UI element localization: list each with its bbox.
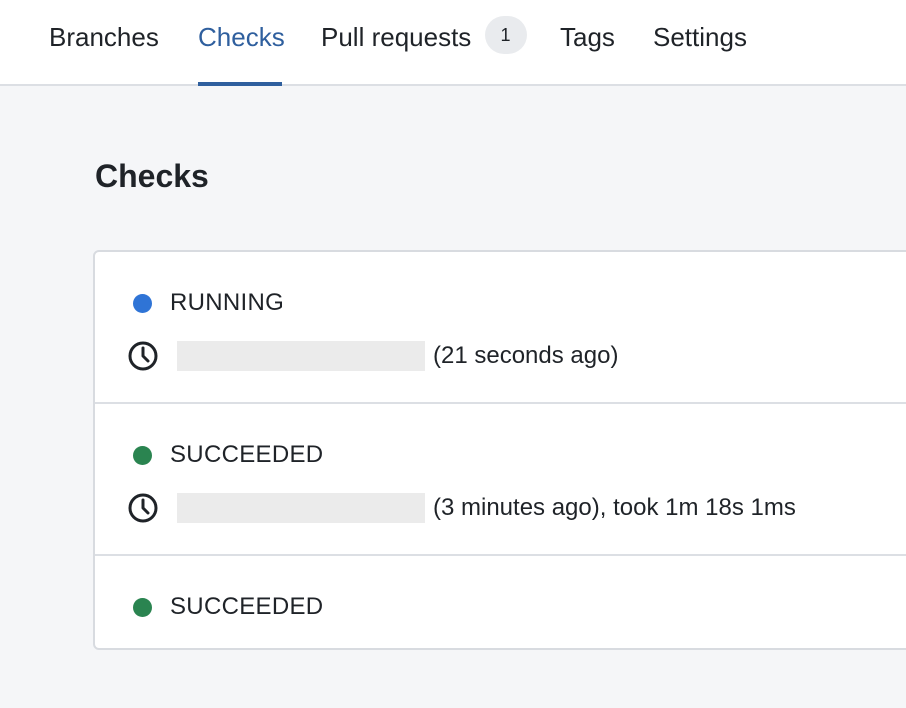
tab-tags[interactable]: Tags [560, 0, 615, 86]
status-dot-icon [133, 597, 152, 617]
clock-icon [128, 341, 158, 371]
status-label: SUCCEEDED [170, 441, 324, 468]
check-status: RUNNING [133, 288, 284, 318]
status-label: SUCCEEDED [170, 593, 324, 620]
checks-list: RUNNING (21 seconds ago) SUCCEEDED (3 mi… [93, 250, 906, 650]
check-row[interactable]: SUCCEEDED (3 minutes ago), took 1m 18s 1… [95, 404, 906, 556]
status-dot-icon [133, 293, 152, 313]
check-meta: (21 seconds ago) [127, 340, 618, 372]
clock-icon [128, 493, 158, 523]
tab-settings[interactable]: Settings [653, 0, 747, 86]
repo-tab-bar: e Branches Checks Pull requests 1 Tags S… [0, 0, 906, 86]
check-status: SUCCEEDED [133, 592, 323, 622]
page-title: Checks [95, 158, 209, 194]
tab-pull-requests-label: Pull requests [321, 22, 472, 52]
check-row[interactable]: RUNNING (21 seconds ago) [95, 252, 906, 404]
tab-branches[interactable]: Branches [49, 0, 159, 86]
check-meta: (3 minutes ago), took 1m 18s 1ms [127, 492, 796, 524]
check-row[interactable]: SUCCEEDED [95, 556, 906, 708]
check-time-text: (3 minutes ago), took 1m 18s 1ms [433, 494, 796, 521]
status-label: RUNNING [170, 289, 285, 316]
tab-checks[interactable]: Checks [198, 0, 285, 86]
pull-requests-count-badge: 1 [484, 16, 527, 55]
redacted-timestamp [177, 341, 425, 371]
check-time-text: (21 seconds ago) [433, 342, 619, 369]
redacted-timestamp [177, 493, 425, 523]
check-status: SUCCEEDED [133, 440, 323, 470]
status-dot-icon [133, 445, 152, 465]
tab-pull-requests[interactable]: Pull requests 1 [321, 0, 527, 86]
